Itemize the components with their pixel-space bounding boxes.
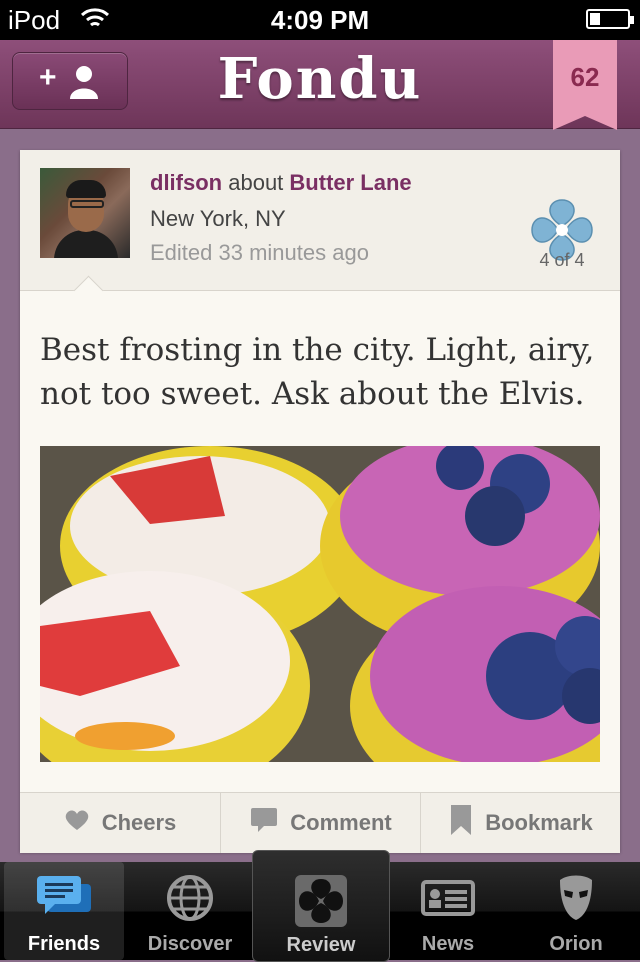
chat-bubbles-icon xyxy=(4,874,124,922)
comment-icon xyxy=(250,807,278,839)
tab-news-label: News xyxy=(421,933,475,955)
bookmark-label: Bookmark xyxy=(485,810,593,835)
comment-label: Comment xyxy=(290,810,392,835)
review-text: Best frosting in the city. Light, airy, … xyxy=(40,332,595,412)
review-card: dlifson about Butter Lane New York, NY E… xyxy=(20,150,620,853)
tab-friends-label: Friends xyxy=(27,933,101,955)
globe-icon xyxy=(130,874,250,922)
tab-review-label: Review xyxy=(286,934,356,956)
status-time: 4:09 PM xyxy=(270,5,370,35)
tab-discover[interactable]: Discover xyxy=(130,862,250,960)
mask-icon xyxy=(516,874,636,922)
battery-icon xyxy=(586,9,634,29)
badge-count: 62 xyxy=(570,62,600,92)
card-header: dlifson about Butter Lane New York, NY E… xyxy=(20,150,620,291)
review-photo[interactable] xyxy=(40,446,600,762)
cheers-button[interactable]: Cheers xyxy=(20,793,220,853)
post-attribution: dlifson about Butter Lane xyxy=(150,170,412,196)
fondu-flower-icon xyxy=(253,873,389,927)
edited-timestamp: Edited 33 minutes ago xyxy=(150,240,369,265)
comment-button[interactable]: Comment xyxy=(220,793,421,853)
heart-icon xyxy=(64,808,90,838)
place-link[interactable]: Butter Lane xyxy=(289,170,411,195)
nav-bar: + Fondu 62 xyxy=(0,40,640,130)
tab-orion-label: Orion xyxy=(549,933,603,955)
tab-friends[interactable]: Friends xyxy=(4,862,124,960)
avatar[interactable] xyxy=(40,168,130,258)
status-bar: iPod 4:09 PM xyxy=(0,0,640,40)
location-text: New York, NY xyxy=(150,206,286,231)
bookmark-icon xyxy=(449,804,473,842)
action-bar: Cheers Comment Bookmark xyxy=(20,792,620,853)
tab-review[interactable]: Review xyxy=(252,850,390,962)
tab-discover-label: Discover xyxy=(147,933,233,955)
cheers-label: Cheers xyxy=(101,810,177,835)
about-word: about xyxy=(228,170,284,195)
tab-orion[interactable]: Orion xyxy=(516,862,636,960)
bookmark-button[interactable]: Bookmark xyxy=(420,793,621,853)
tab-bar: Friends Discover Review News Orion xyxy=(0,850,640,962)
notification-badge[interactable]: 62 xyxy=(553,40,617,130)
tab-news[interactable]: News xyxy=(388,862,508,960)
app-title: Fondu xyxy=(217,46,423,112)
flower-count: 4 of 4 xyxy=(539,250,585,270)
news-card-icon xyxy=(388,874,508,922)
username-link[interactable]: dlifson xyxy=(150,170,222,195)
